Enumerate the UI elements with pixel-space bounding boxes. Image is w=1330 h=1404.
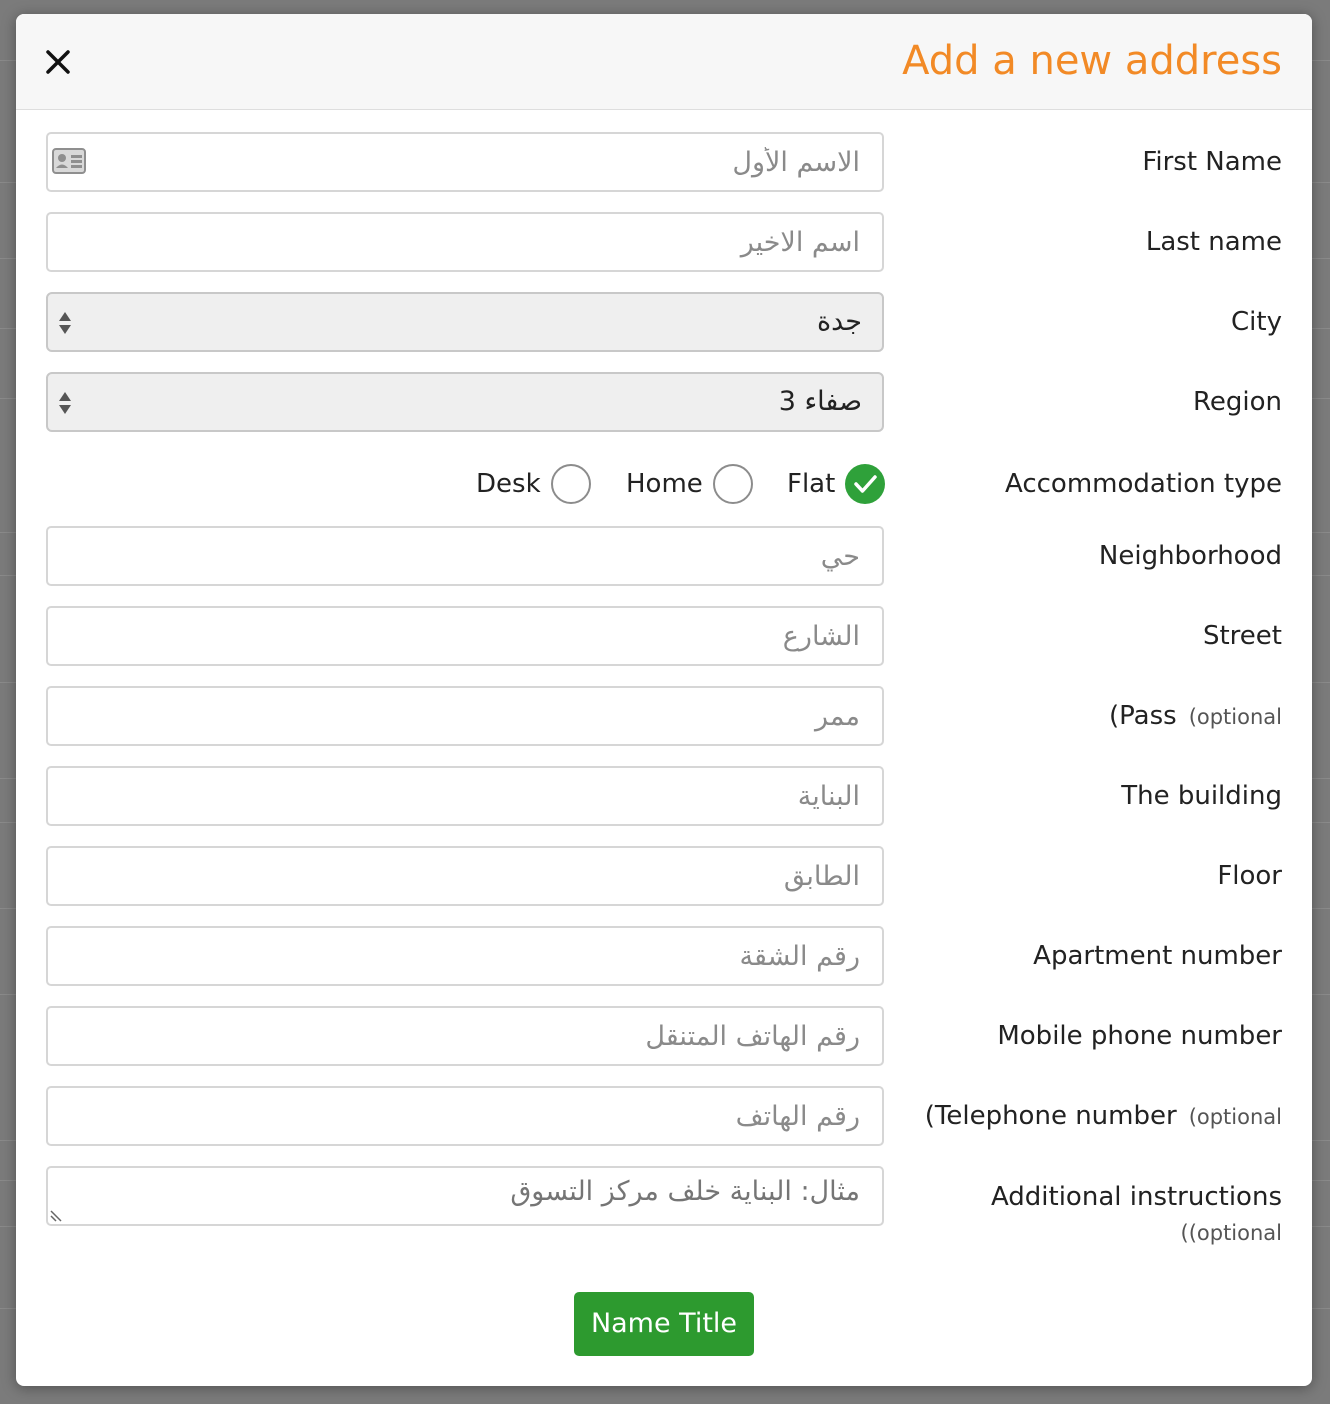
mobile-input[interactable]: [46, 1006, 884, 1066]
building-input[interactable]: [46, 766, 884, 826]
checkmark-icon: [854, 475, 878, 493]
apartment-label: Apartment number: [1033, 941, 1282, 971]
close-icon[interactable]: [42, 46, 74, 78]
radio-home-circle[interactable]: [712, 464, 753, 504]
accommodation-row: Desk Home Flat Accommodation type: [16, 454, 1312, 514]
last-name-label: Last name: [1145, 227, 1282, 257]
building-row: The building: [16, 766, 1312, 826]
telephone-input[interactable]: [46, 1086, 884, 1146]
add-address-dialog: Add a new address First Name Last name ج…: [16, 14, 1312, 1386]
mobile-row: Mobile phone number: [16, 1006, 1312, 1066]
pass-label: (Pass (optional: [1109, 686, 1282, 746]
region-label: Region: [1192, 387, 1282, 417]
city-label: City: [1231, 307, 1282, 337]
first-name-label: First Name: [1142, 147, 1282, 177]
first-name-input[interactable]: [46, 132, 884, 192]
mobile-label: Mobile phone number: [997, 1021, 1282, 1051]
pass-input[interactable]: [46, 686, 884, 746]
region-selected-value: صفاء 3: [778, 386, 862, 417]
city-row: جدة City: [16, 292, 1312, 352]
telephone-label: (Telephone number (optional: [925, 1086, 1282, 1146]
pass-optional: (optional: [1188, 705, 1282, 729]
radio-flat-label: Flat: [787, 469, 836, 499]
radio-home-label: Home: [626, 469, 703, 499]
street-label: Street: [1202, 621, 1282, 651]
pass-row: (Pass (optional: [16, 686, 1312, 746]
city-selected-value: جدة: [816, 306, 862, 337]
instructions-row: Additional instructions ((optional: [16, 1166, 1312, 1266]
radio-desk[interactable]: Desk: [476, 464, 591, 504]
last-name-input[interactable]: [46, 212, 884, 272]
floor-label: Floor: [1217, 861, 1282, 891]
floor-row: Floor: [16, 846, 1312, 906]
floor-input[interactable]: [46, 846, 884, 906]
last-name-row: Last name: [16, 212, 1312, 272]
radio-desk-label: Desk: [476, 469, 541, 499]
street-row: Street: [16, 606, 1312, 666]
accommodation-radio-group: Desk Home Flat: [46, 454, 886, 514]
accommodation-label: Accommodation type: [1005, 469, 1282, 499]
neighborhood-label: Neighborhood: [1098, 541, 1282, 571]
contact-card-icon: [52, 148, 86, 174]
radio-flat[interactable]: Flat: [787, 464, 886, 504]
apartment-input[interactable]: [46, 926, 884, 986]
radio-desk-circle[interactable]: [550, 464, 591, 504]
instructions-label-text: Additional instructions: [990, 1182, 1282, 1212]
dialog-header: Add a new address: [16, 14, 1312, 110]
apartment-row: Apartment number: [16, 926, 1312, 986]
neighborhood-input[interactable]: [46, 526, 884, 586]
pass-label-text: (Pass: [1109, 701, 1177, 731]
building-label: The building: [1121, 781, 1282, 811]
telephone-row: (Telephone number (optional: [16, 1086, 1312, 1146]
radio-home[interactable]: Home: [626, 464, 753, 504]
radio-flat-circle[interactable]: [845, 464, 886, 504]
street-input[interactable]: [46, 606, 884, 666]
dialog-title: Add a new address: [902, 38, 1282, 84]
telephone-optional: (optional: [1188, 1105, 1282, 1129]
region-row: صفاء 3 Region: [16, 372, 1312, 432]
telephone-label-text: (Telephone number: [924, 1101, 1177, 1131]
submit-button[interactable]: Name Title: [574, 1292, 754, 1356]
city-select[interactable]: جدة: [46, 292, 884, 352]
instructions-label: Additional instructions ((optional: [991, 1178, 1282, 1250]
select-arrows-icon: [59, 392, 71, 414]
first-name-row: First Name: [16, 132, 1312, 192]
region-select[interactable]: صفاء 3: [46, 372, 884, 432]
neighborhood-row: Neighborhood: [16, 526, 1312, 586]
instructions-optional: ((optional: [1180, 1221, 1283, 1245]
instructions-textarea[interactable]: [46, 1166, 884, 1226]
select-arrows-icon: [59, 312, 71, 334]
resize-handle-icon[interactable]: [50, 1208, 64, 1222]
